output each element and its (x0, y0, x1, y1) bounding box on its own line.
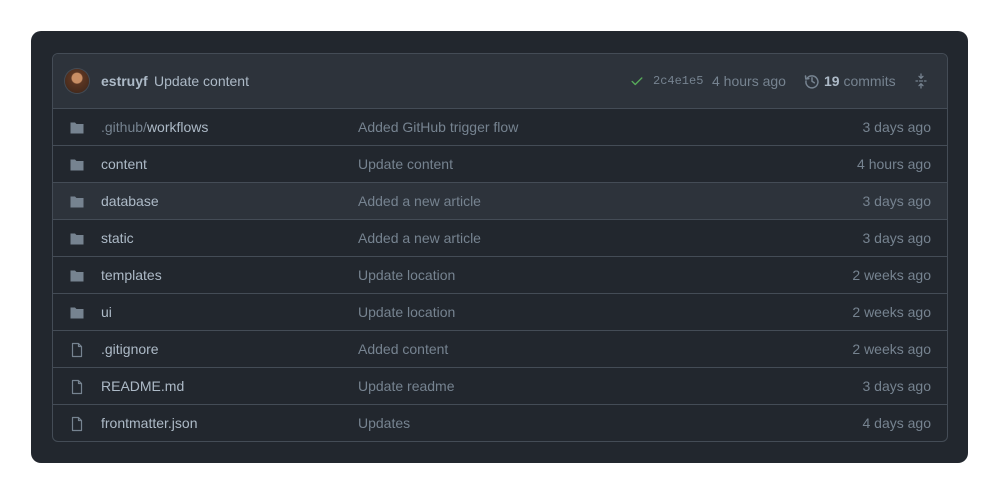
folder-icon (70, 196, 84, 208)
latest-commit-header: estruyf Update content 2c4e1e5 4 hours a… (53, 54, 947, 109)
folder-icon (70, 270, 84, 282)
file-commit-message[interactable]: Added a new article (358, 230, 481, 246)
file-row[interactable]: templates Update location 2 weeks ago (53, 257, 947, 294)
file-commit-date: 2 weeks ago (852, 304, 931, 320)
file-commit-message[interactable]: Update location (358, 304, 455, 320)
file-row[interactable]: .github/workflows Added GitHub trigger f… (53, 109, 947, 146)
file-name[interactable]: database (101, 193, 159, 209)
file-commit-date: 3 days ago (862, 119, 932, 135)
file-icon (71, 416, 83, 432)
file-name[interactable]: frontmatter.json (101, 415, 198, 431)
file-row[interactable]: static Added a new article 3 days ago (53, 220, 947, 257)
commit-author[interactable]: estruyf (101, 73, 148, 89)
folder-icon (70, 233, 84, 245)
file-row[interactable]: content Update content 4 hours ago (53, 146, 947, 183)
file-commit-date: 4 days ago (862, 415, 932, 431)
file-commit-date: 3 days ago (862, 193, 932, 209)
file-commit-message[interactable]: Update location (358, 267, 455, 283)
file-row[interactable]: README.md Update readme 3 days ago (53, 368, 947, 405)
file-rows: .github/workflows Added GitHub trigger f… (53, 109, 947, 441)
file-commit-date: 4 hours ago (857, 156, 931, 172)
file-commit-message[interactable]: Update content (358, 156, 453, 172)
file-commit-date: 2 weeks ago (852, 341, 931, 357)
file-commit-message[interactable]: Updates (358, 415, 410, 431)
file-name[interactable]: .github/workflows (101, 119, 208, 135)
history-icon[interactable] (804, 73, 820, 89)
file-row[interactable]: .gitignore Added content 2 weeks ago (53, 331, 947, 368)
avatar[interactable] (65, 69, 89, 93)
file-icon (71, 379, 83, 395)
commit-time[interactable]: 4 hours ago (712, 73, 786, 89)
file-icon (71, 342, 83, 358)
file-commit-date: 3 days ago (862, 378, 932, 394)
file-commit-message[interactable]: Added content (358, 341, 448, 357)
check-icon[interactable] (630, 74, 644, 88)
commit-message[interactable]: Update content (154, 73, 249, 89)
file-commit-date: 2 weeks ago (852, 267, 931, 283)
file-name[interactable]: templates (101, 267, 162, 283)
unfold-icon[interactable] (913, 73, 929, 89)
file-name[interactable]: ui (101, 304, 112, 320)
file-row[interactable]: database Added a new article 3 days ago (53, 183, 947, 220)
file-commit-message[interactable]: Added GitHub trigger flow (358, 119, 518, 135)
file-commit-date: 3 days ago (862, 230, 932, 246)
path-prefix: .github/ (101, 119, 147, 135)
file-name[interactable]: content (101, 156, 147, 172)
repo-file-browser: estruyf Update content 2c4e1e5 4 hours a… (31, 31, 968, 463)
file-name[interactable]: README.md (101, 378, 184, 394)
commits-link[interactable]: 19 commits (824, 73, 896, 89)
folder-icon (70, 307, 84, 319)
commits-label: commits (843, 73, 896, 89)
path-leaf: workflows (146, 119, 209, 135)
file-commit-message[interactable]: Added a new article (358, 193, 481, 209)
file-name[interactable]: .gitignore (101, 341, 159, 357)
file-name[interactable]: static (101, 230, 134, 246)
file-row[interactable]: ui Update location 2 weeks ago (53, 294, 947, 331)
commit-sha[interactable]: 2c4e1e5 (653, 74, 703, 88)
file-row[interactable]: frontmatter.json Updates 4 days ago (53, 405, 947, 441)
commit-count: 19 (824, 73, 840, 89)
folder-icon (70, 122, 84, 134)
folder-icon (70, 159, 84, 171)
file-commit-message[interactable]: Update readme (358, 378, 455, 394)
file-list-box: estruyf Update content 2c4e1e5 4 hours a… (52, 53, 948, 442)
